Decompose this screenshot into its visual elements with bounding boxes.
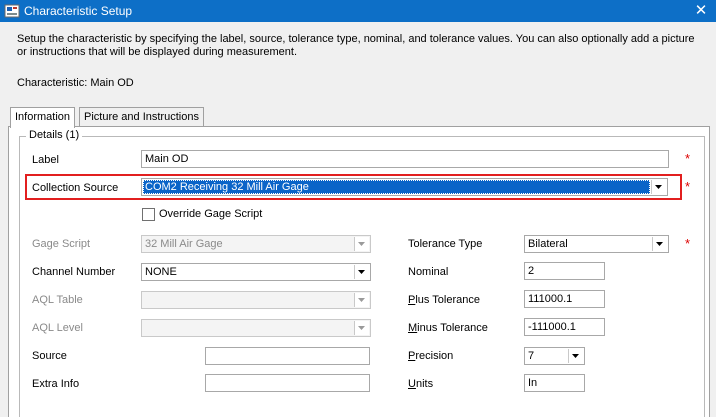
selection-highlight: COM2 Receiving 32 Mill Air Gage xyxy=(143,180,650,194)
gage-script-label: Gage Script xyxy=(32,238,91,250)
gage-script-value: 32 Mill Air Gage xyxy=(145,238,223,250)
nominal-input[interactable] xyxy=(524,262,605,280)
aql-table-label: AQL Table xyxy=(32,294,83,306)
tolerance-type-label: Tolerance Type xyxy=(408,238,483,250)
aql-table-select[interactable] xyxy=(141,291,371,309)
required-mark: * xyxy=(685,151,691,166)
dropdown-button[interactable] xyxy=(652,237,667,251)
dropdown-button[interactable] xyxy=(354,321,369,335)
label-text: nits xyxy=(415,378,434,390)
intro-text: Setup the characteristic by specifying t… xyxy=(17,33,695,58)
chevron-down-icon xyxy=(358,298,365,302)
label-text: recision xyxy=(415,350,454,362)
gage-script-select[interactable]: 32 Mill Air Gage xyxy=(141,235,371,253)
source-label: Source xyxy=(32,350,67,362)
chevron-down-icon xyxy=(358,270,365,274)
label-input[interactable] xyxy=(141,150,669,168)
channel-number-select[interactable]: NONE xyxy=(141,263,371,281)
label-text: inus Tolerance xyxy=(417,322,488,334)
channel-number-label: Channel Number xyxy=(32,266,116,278)
app-icon xyxy=(4,4,20,18)
chevron-down-icon xyxy=(655,185,662,189)
precision-select[interactable]: 7 xyxy=(524,347,585,365)
label-label: Label xyxy=(32,154,59,166)
chevron-down-icon xyxy=(358,242,365,246)
details-group-title: Details (1) xyxy=(26,129,83,141)
dropdown-button[interactable] xyxy=(568,349,583,363)
precision-value: 7 xyxy=(528,350,535,362)
collection-source-label: Collection Source xyxy=(32,182,119,194)
extra-info-label: Extra Info xyxy=(32,378,80,390)
tolerance-type-select[interactable]: Bilateral xyxy=(524,235,669,253)
tab-label: Picture and Instructions xyxy=(84,111,199,123)
close-button[interactable]: ✕ xyxy=(690,1,712,21)
aql-level-label: AQL Level xyxy=(32,322,83,334)
dropdown-button[interactable] xyxy=(354,265,369,279)
source-input[interactable] xyxy=(205,347,370,365)
minus-tolerance-label: Minus Tolerance xyxy=(408,321,488,335)
channel-number-value: NONE xyxy=(145,266,177,278)
chevron-down-icon xyxy=(572,354,579,358)
minus-tolerance-input[interactable] xyxy=(524,318,605,336)
dropdown-button[interactable] xyxy=(651,180,666,194)
plus-tolerance-input[interactable] xyxy=(524,290,605,308)
tab-information[interactable]: Information xyxy=(10,107,76,128)
units-input[interactable] xyxy=(524,374,585,392)
units-label: Units xyxy=(408,377,433,391)
label-text: lus Tolerance xyxy=(415,294,480,306)
characteristic-name: Characteristic: Main OD xyxy=(17,77,134,89)
dropdown-button[interactable] xyxy=(354,293,369,307)
nominal-label: Nominal xyxy=(408,266,449,278)
precision-label: Precision xyxy=(408,349,453,363)
chevron-down-icon xyxy=(358,326,365,330)
required-mark: * xyxy=(685,179,691,194)
collection-source-value: COM2 Receiving 32 Mill Air Gage xyxy=(145,181,309,193)
aql-level-select[interactable] xyxy=(141,319,371,337)
extra-info-input[interactable] xyxy=(205,374,370,392)
plus-tolerance-label: Plus Tolerance xyxy=(408,293,480,307)
title-bar: Characteristic Setup ✕ xyxy=(0,0,716,22)
override-gage-script-checkbox[interactable] xyxy=(142,208,155,221)
chevron-down-icon xyxy=(656,242,663,246)
tab-label: Information xyxy=(15,111,71,123)
tolerance-type-value: Bilateral xyxy=(528,238,568,250)
accelerator-key: M xyxy=(408,322,418,334)
dropdown-button[interactable] xyxy=(354,237,369,251)
window-title: Characteristic Setup xyxy=(24,4,133,18)
accelerator-key: U xyxy=(408,378,416,390)
override-gage-script-label[interactable]: Override Gage Script xyxy=(159,207,262,221)
collection-source-select[interactable]: COM2 Receiving 32 Mill Air Gage xyxy=(141,178,668,196)
required-mark: * xyxy=(685,236,691,251)
tab-picture-and-instructions[interactable]: Picture and Instructions xyxy=(79,107,204,127)
